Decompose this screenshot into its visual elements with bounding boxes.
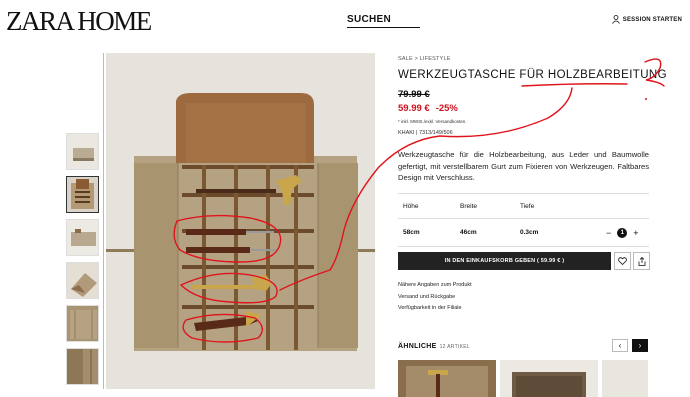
dim-value-height: 58cm <box>403 229 420 236</box>
thumbnail-5[interactable] <box>66 305 99 342</box>
vat-note: * inkl. MWSt./exkl. Versandkosten. <box>398 119 467 124</box>
color-reference: KHAKI | 7313/149/506 <box>398 130 453 136</box>
thumbnail-3[interactable] <box>66 219 99 256</box>
plus-icon[interactable]: + <box>633 228 638 238</box>
user-icon <box>611 15 620 24</box>
new-price: 59.99 € <box>398 103 430 114</box>
chevron-right-icon: › <box>638 341 642 350</box>
dimensions-value-row: 58cm 46cm 0.3cm − 1 + <box>398 218 649 246</box>
dim-header-width: Breite <box>460 202 477 210</box>
old-price: 79.99 € <box>398 89 430 100</box>
carousel-next-button[interactable]: › <box>632 339 648 352</box>
zara-home-logo[interactable]: ZARA HOME <box>6 8 152 35</box>
similar-count: 12 ARTIKEL <box>439 344 471 350</box>
minus-icon[interactable]: − <box>606 228 611 238</box>
discount-badge: -25% <box>435 103 458 114</box>
similar-item-1[interactable] <box>398 360 496 397</box>
dim-value-width: 46cm <box>460 229 477 236</box>
chevron-left-icon: ‹ <box>618 341 622 350</box>
dim-header-depth: Tiefe <box>520 202 535 210</box>
login-label: SESSION STARTEN <box>622 16 682 23</box>
product-description: Werkzeugtasche für die Holzbearbeitung, … <box>398 150 649 182</box>
thumbnail-list <box>66 133 99 391</box>
quantity-stepper[interactable]: − 1 + <box>606 227 639 238</box>
quantity-value: 1 <box>617 227 628 238</box>
breadcrumb-item-lifestyle[interactable]: LIFESTYLE <box>420 56 451 62</box>
thumbnail-2[interactable] <box>66 176 99 213</box>
carousel-prev-button[interactable]: ‹ <box>612 339 628 352</box>
login-link[interactable]: SESSION STARTEN <box>611 15 682 24</box>
link-shipping-returns[interactable]: Versand und Rückgabe <box>398 292 472 304</box>
similar-heading: ÄHNLICHE 12 ARTIKEL <box>398 343 470 350</box>
sale-price-row: 59.99 € -25% <box>398 103 458 114</box>
search-field[interactable]: SUCHEN <box>347 14 420 28</box>
share-button[interactable] <box>633 252 650 270</box>
wishlist-button[interactable] <box>614 252 631 270</box>
heart-icon <box>618 257 627 265</box>
dim-header-height: Höhe <box>403 202 419 210</box>
link-product-details[interactable]: Nähere Angaben zum Produkt <box>398 280 472 292</box>
thumbnail-6[interactable] <box>66 348 99 385</box>
product-page: ZARA HOME SUCHEN SESSION STARTEN SALE > … <box>0 0 690 397</box>
product-title: WERKZEUGTASCHE FÜR HOLZBEARBEITUNG <box>398 69 667 81</box>
dim-value-depth: 0.3cm <box>520 229 539 236</box>
dimensions-header-row: Höhe Breite Tiefe <box>398 194 649 218</box>
share-icon <box>638 256 645 266</box>
breadcrumb: SALE > LIFESTYLE <box>398 56 451 62</box>
similar-title: ÄHNLICHE <box>398 343 437 350</box>
product-main-image[interactable] <box>106 53 375 389</box>
similar-item-2[interactable] <box>500 360 598 397</box>
thumbnail-1[interactable] <box>66 133 99 170</box>
breadcrumb-item-sale[interactable]: SALE <box>398 56 413 62</box>
add-to-cart-button[interactable]: IN DEN EINKAUFSKORB GEBEN ( 59.99 € ) <box>398 252 611 270</box>
similar-item-3[interactable] <box>602 360 648 397</box>
product-links: Nähere Angaben zum Produkt Versand und R… <box>398 280 472 315</box>
gallery-divider <box>103 53 104 389</box>
link-store-availability[interactable]: Verfügbarkeit in der Filiale <box>398 303 472 315</box>
thumbnail-4[interactable] <box>66 262 99 299</box>
dimensions-table: Höhe Breite Tiefe 58cm 46cm 0.3cm − 1 + <box>398 193 649 247</box>
